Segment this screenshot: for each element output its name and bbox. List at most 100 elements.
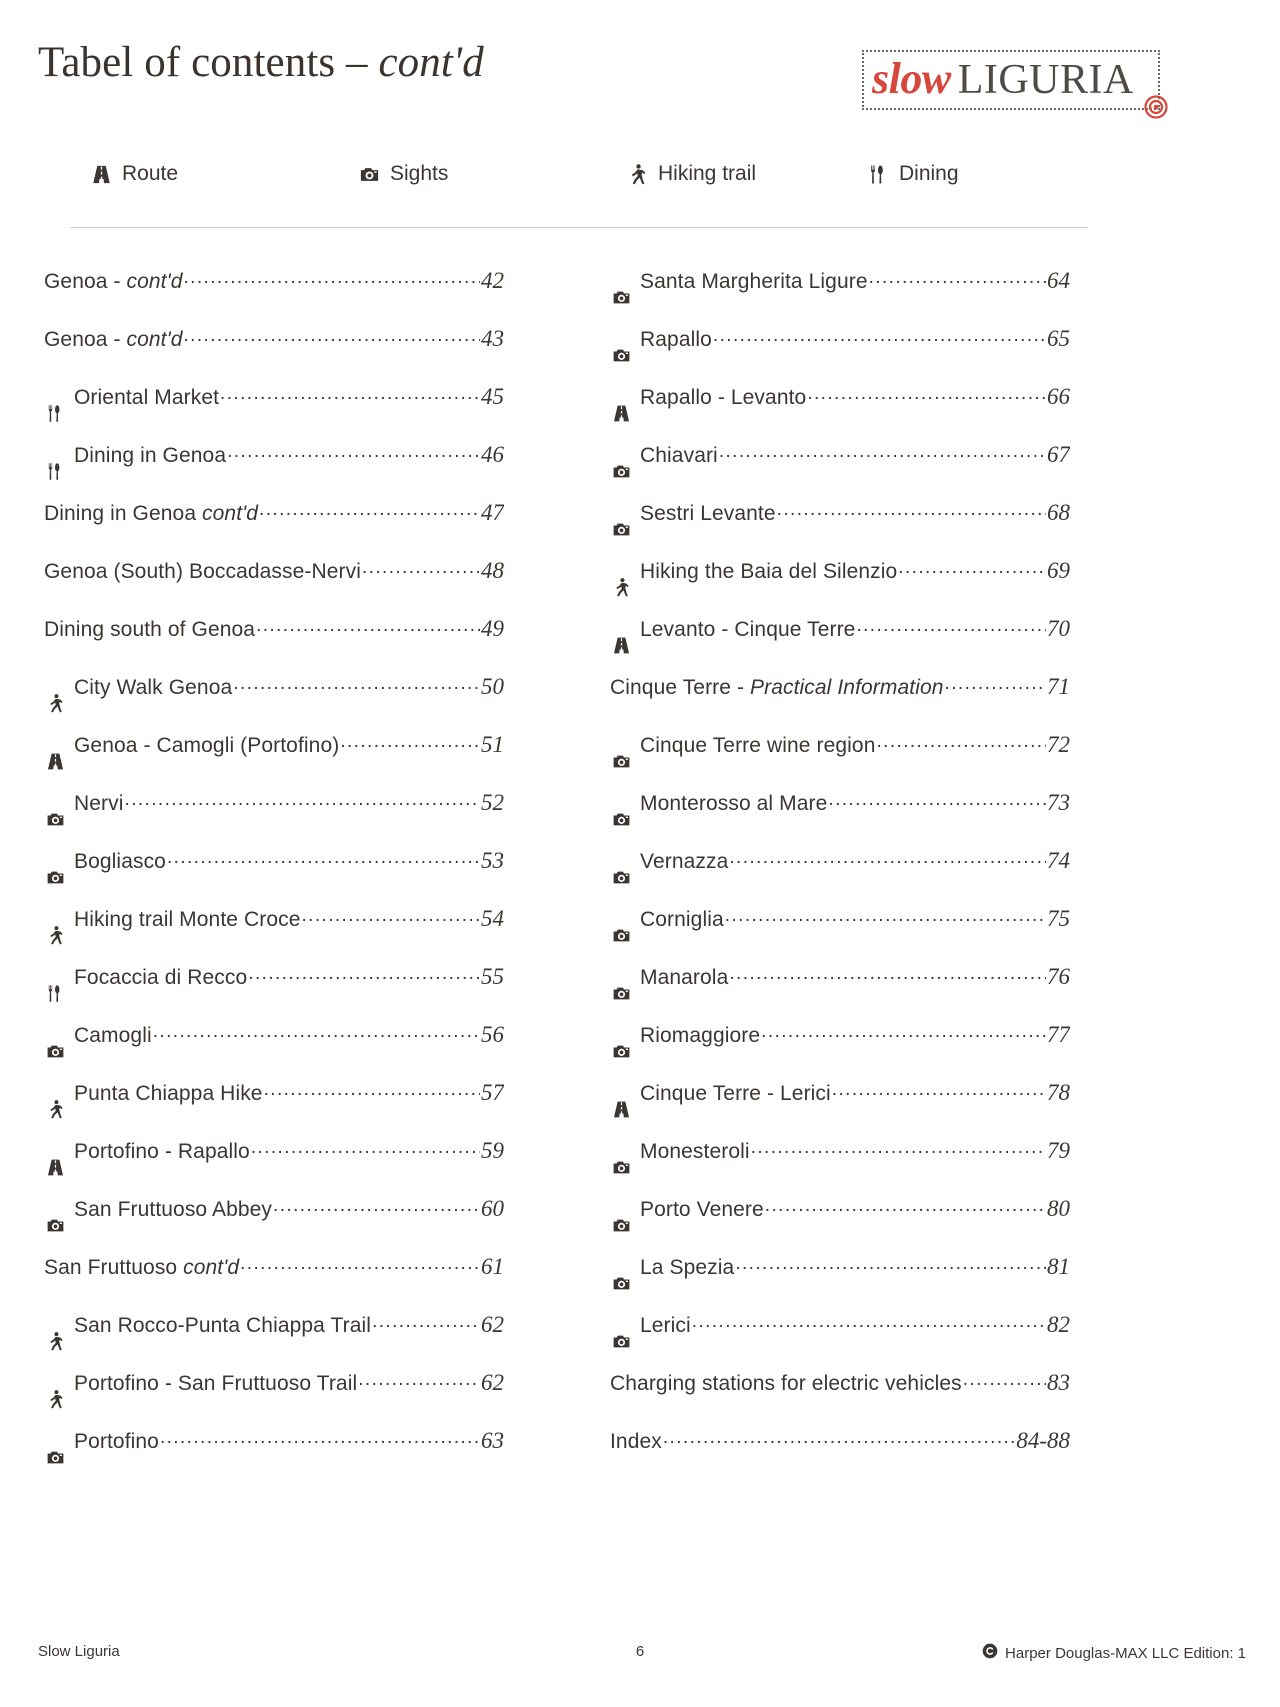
toc-entry-label: Camogli xyxy=(74,1024,152,1047)
toc-entry[interactable]: Santa Margherita Ligure 64 xyxy=(610,268,1070,326)
toc-entry-label: Monesteroli xyxy=(640,1140,750,1163)
toc-entry-label: Genoa - cont'd xyxy=(44,328,183,351)
toc-entry[interactable]: Focaccia di Recco 55 xyxy=(44,964,504,1022)
toc-entry[interactable]: Cinque Terre - Practical Information 71 xyxy=(610,674,1070,732)
dot-leader xyxy=(358,1370,480,1390)
toc-entry[interactable]: Lerici 82 xyxy=(610,1312,1070,1370)
toc-entry-label-italic: cont'd xyxy=(126,270,183,293)
toc-page-number: 65 xyxy=(1047,326,1070,351)
toc-entry[interactable]: Cinque Terre wine region 72 xyxy=(610,732,1070,790)
toc-entry-label: Corniglia xyxy=(640,908,724,931)
legend-label-hiking-trail: Hiking trail xyxy=(658,162,757,185)
dot-leader xyxy=(828,790,1046,810)
toc-entry[interactable]: Portofino - San Fruttuoso Trail 62 xyxy=(44,1370,504,1428)
toc-entry[interactable]: Sestri Levante 68 xyxy=(610,500,1070,558)
toc-entry[interactable]: Vernazza 74 xyxy=(610,848,1070,906)
camera-icon xyxy=(44,809,66,830)
toc-page-number: 63 xyxy=(481,1428,504,1453)
toc-page-number: 77 xyxy=(1047,1022,1070,1047)
toc-entry[interactable]: Genoa - cont'd 43 xyxy=(44,326,504,384)
copyright-icon xyxy=(982,1643,998,1663)
toc-entry[interactable]: City Walk Genoa 50 xyxy=(44,674,504,732)
toc-entry[interactable]: Manarola 76 xyxy=(610,964,1070,1022)
toc-entry[interactable]: Portofino - Rapallo 59 xyxy=(44,1138,504,1196)
legend-item-route: Route xyxy=(90,162,178,186)
toc-entry[interactable]: Dining south of Genoa 49 xyxy=(44,616,504,674)
toc-entry-label: Rapallo xyxy=(640,328,712,351)
dot-leader xyxy=(251,1138,480,1158)
toc-page-number: 59 xyxy=(481,1138,504,1163)
camera-icon xyxy=(358,163,381,186)
toc-page-number: 70 xyxy=(1047,616,1070,641)
toc-entry[interactable]: Rapallo - Levanto 66 xyxy=(610,384,1070,442)
toc-entry[interactable]: San Fruttuoso cont'd 61 xyxy=(44,1254,504,1312)
dot-leader xyxy=(751,1138,1046,1158)
toc-page-number: 82 xyxy=(1047,1312,1070,1337)
toc-entry[interactable]: Genoa (South) Boccadasse-Nervi 48 xyxy=(44,558,504,616)
toc-entry[interactable]: Dining in Genoa 46 xyxy=(44,442,504,500)
toc-entry-label-italic: cont'd xyxy=(202,502,259,525)
toc-entry[interactable]: Rapallo 65 xyxy=(610,326,1070,384)
dot-leader xyxy=(765,1196,1046,1216)
toc-entry[interactable]: Chiavari 67 xyxy=(610,442,1070,500)
toc-entry-label: Portofino - Rapallo xyxy=(74,1140,250,1163)
toc-entry-label: San Fruttuoso cont'd xyxy=(44,1256,240,1279)
dot-leader xyxy=(713,326,1046,346)
toc-entry-label: Sestri Levante xyxy=(640,502,776,525)
toc-entry[interactable]: San Rocco-Punta Chiappa Trail 62 xyxy=(44,1312,504,1370)
toc-entry[interactable]: Genoa - Camogli (Portofino) 51 xyxy=(44,732,504,790)
legend-label-route: Route xyxy=(122,162,179,185)
toc-entry[interactable]: Oriental Market 45 xyxy=(44,384,504,442)
legend-item-hiking-trail: Hiking trail xyxy=(626,162,756,186)
toc-entry[interactable]: Index 84-88 xyxy=(610,1428,1070,1486)
toc-entry[interactable]: Bogliasco 53 xyxy=(44,848,504,906)
legend-item-sights: Sights xyxy=(358,162,448,186)
toc-entry[interactable]: Cinque Terre - Lerici 78 xyxy=(610,1080,1070,1138)
camera-icon xyxy=(610,983,632,1004)
toc-entry[interactable]: Dining in Genoa cont'd 47 xyxy=(44,500,504,558)
toc-entry[interactable]: La Spezia 81 xyxy=(610,1254,1070,1312)
target-icon xyxy=(1144,95,1168,119)
toc-entry[interactable]: Charging stations for electric vehicles … xyxy=(610,1370,1070,1428)
toc-entry[interactable]: Levanto - Cinque Terre 70 xyxy=(610,616,1070,674)
walking-icon xyxy=(44,1389,66,1410)
logo-slow-word: slow xyxy=(872,54,951,103)
toc-page-number: 48 xyxy=(481,558,504,583)
walking-icon xyxy=(44,1331,66,1352)
toc-entry[interactable]: San Fruttuoso Abbey 60 xyxy=(44,1196,504,1254)
toc-page-number: 78 xyxy=(1047,1080,1070,1105)
camera-icon xyxy=(44,1041,66,1062)
toc-entry[interactable]: Monterosso al Mare 73 xyxy=(610,790,1070,848)
dot-leader xyxy=(153,1022,480,1042)
toc-page-number: 55 xyxy=(481,964,504,989)
toc-entry[interactable]: Porto Venere 80 xyxy=(610,1196,1070,1254)
toc-entry[interactable]: Genoa - cont'd 42 xyxy=(44,268,504,326)
toc-entry-label: Cinque Terre wine region xyxy=(640,734,876,757)
toc-page-number: 74 xyxy=(1047,848,1070,873)
toc-entry[interactable]: Camogli 56 xyxy=(44,1022,504,1080)
toc-entry[interactable]: Corniglia 75 xyxy=(610,906,1070,964)
toc-entry[interactable]: Nervi 52 xyxy=(44,790,504,848)
toc-entry[interactable]: Hiking trail Monte Croce 54 xyxy=(44,906,504,964)
dot-leader xyxy=(735,1254,1046,1274)
toc-entry-label: Riomaggiore xyxy=(640,1024,761,1047)
toc-page-number: 61 xyxy=(481,1254,504,1279)
toc-entry-label: Santa Margherita Ligure xyxy=(640,270,868,293)
toc-entry-label-italic: cont'd xyxy=(183,1256,240,1279)
toc-entry-label: Dining in Genoa cont'd xyxy=(44,502,259,525)
toc-entry[interactable]: Hiking the Baia del Silenzio 69 xyxy=(610,558,1070,616)
toc-entry[interactable]: Riomaggiore 77 xyxy=(610,1022,1070,1080)
dot-leader xyxy=(362,558,480,578)
toc-entry-label: Bogliasco xyxy=(74,850,166,873)
toc-page-number: 60 xyxy=(481,1196,504,1221)
dot-leader xyxy=(869,268,1046,288)
toc-entry[interactable]: Punta Chiappa Hike 57 xyxy=(44,1080,504,1138)
dot-leader xyxy=(340,732,480,752)
toc-entry-label: Monterosso al Mare xyxy=(640,792,828,815)
toc-page-number: 71 xyxy=(1047,674,1070,699)
toc-entry-label: Cinque Terre - Practical Information xyxy=(610,676,944,699)
toc-entry[interactable]: Monesteroli 79 xyxy=(610,1138,1070,1196)
toc-entry[interactable]: Portofino 63 xyxy=(44,1428,504,1486)
camera-icon xyxy=(44,1215,66,1236)
toc-page-number: 54 xyxy=(481,906,504,931)
